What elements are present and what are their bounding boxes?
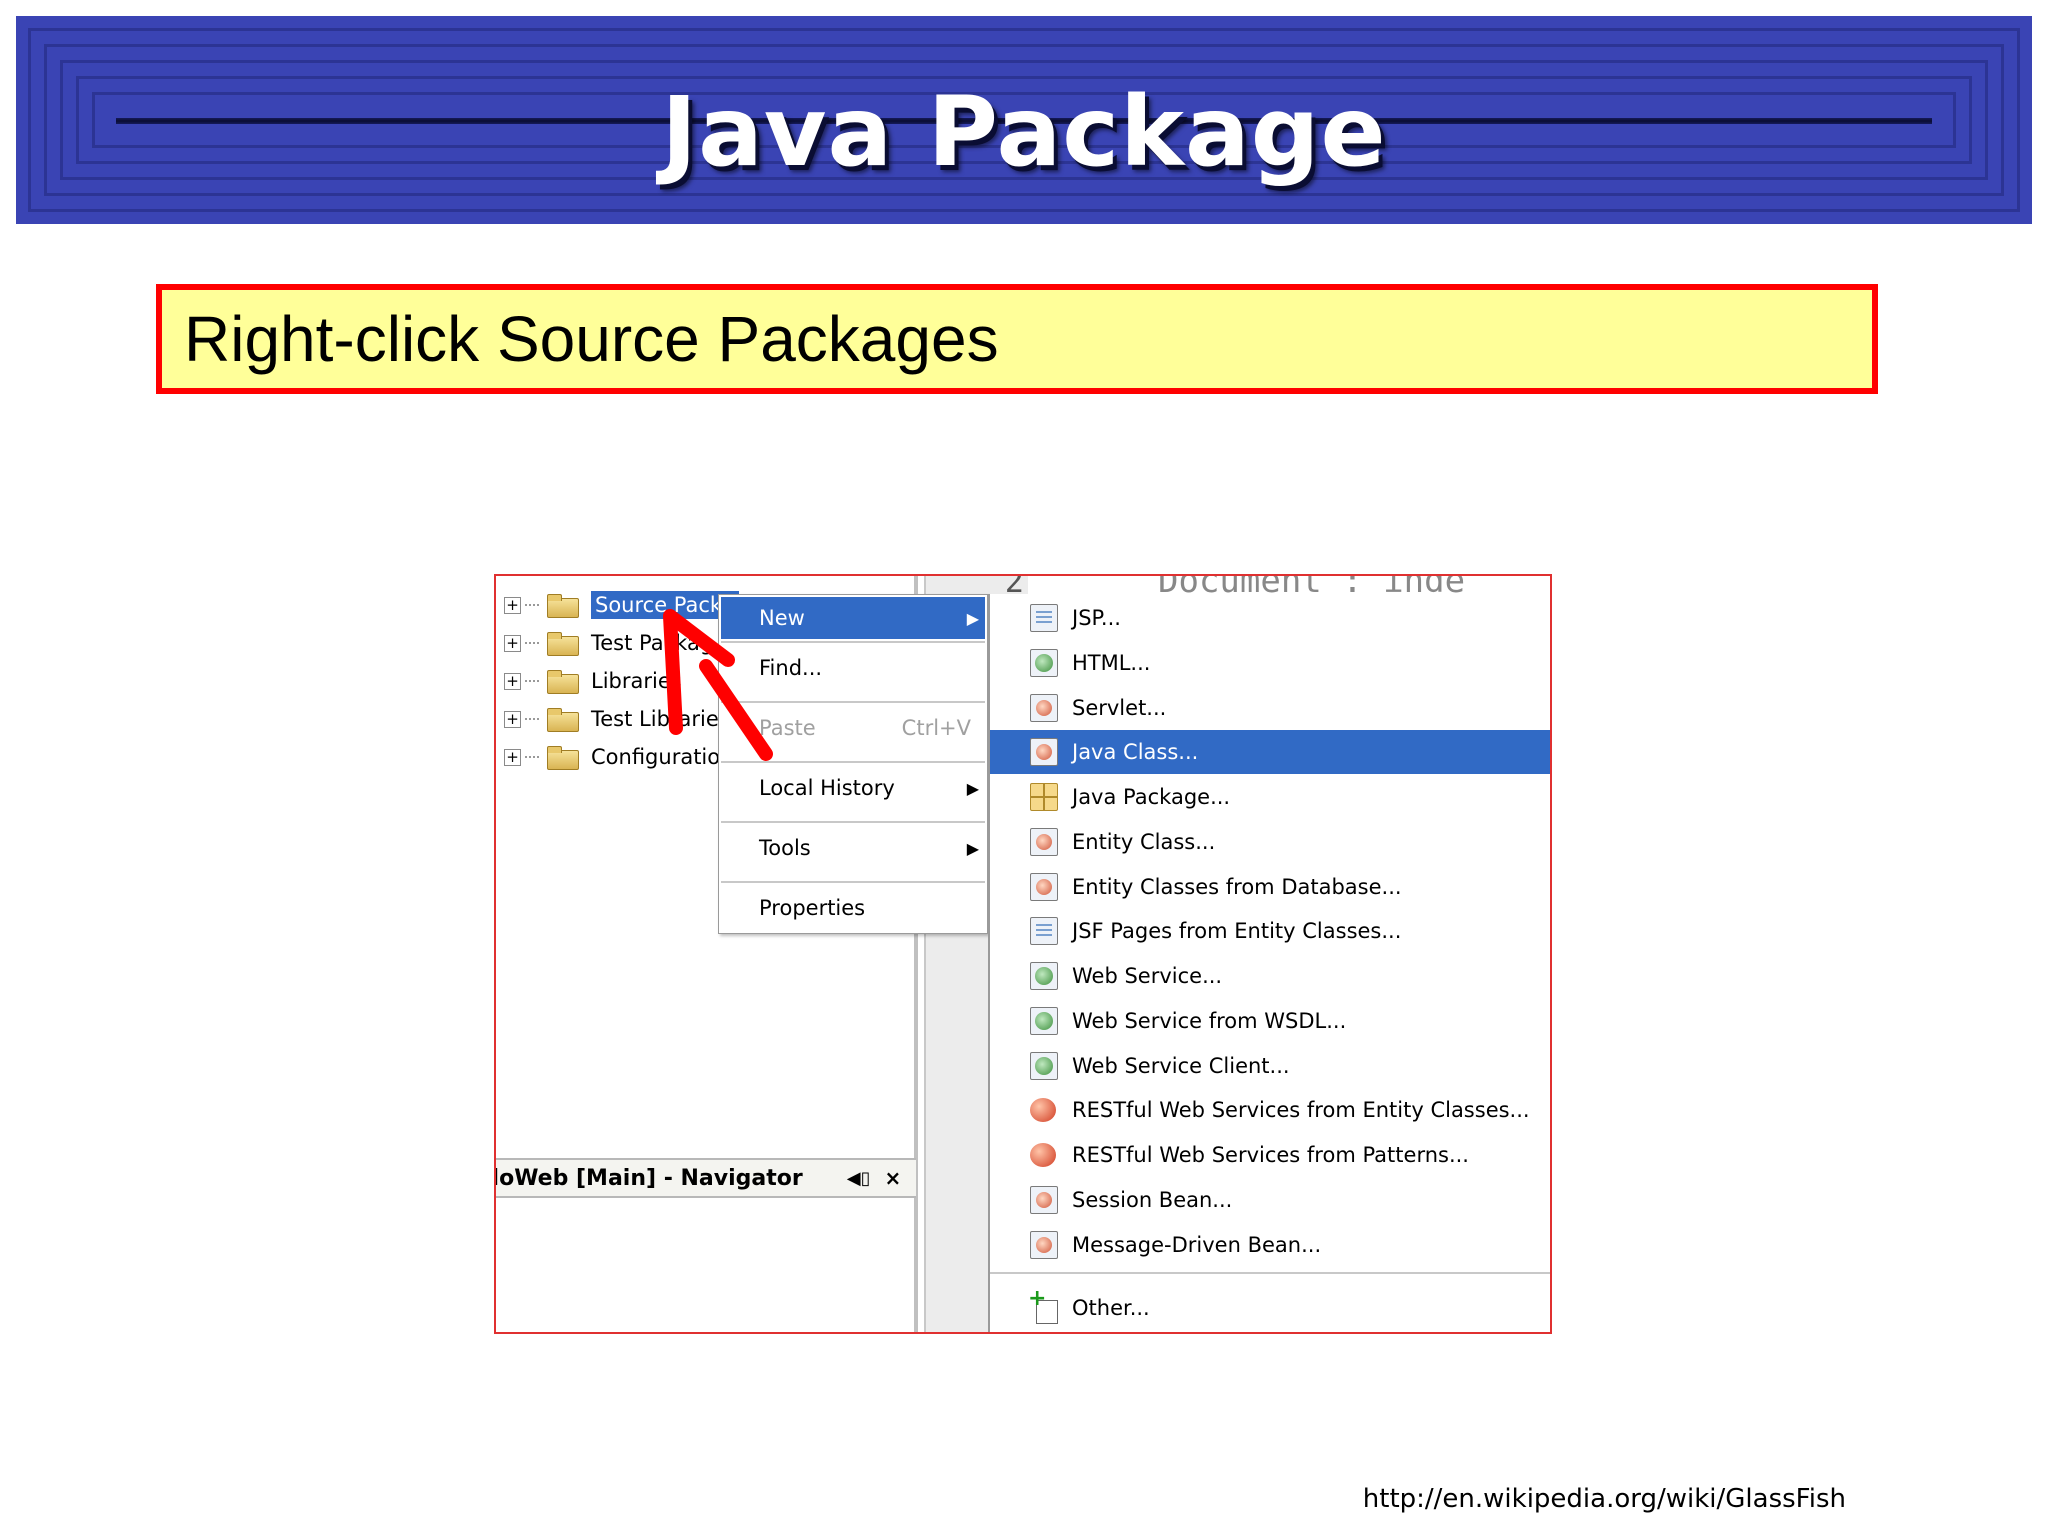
- web-service-client-icon: [1030, 1052, 1058, 1080]
- menu-separator: [721, 821, 985, 823]
- submenu-item-servlet[interactable]: Servlet...: [990, 686, 1550, 730]
- message-driven-bean-icon: [1030, 1231, 1058, 1259]
- new-file-icon: [1028, 1286, 1058, 1324]
- submenu-item-jsp[interactable]: JSP...: [990, 596, 1550, 640]
- submenu-item-label: Web Service from WSDL...: [1072, 1009, 1347, 1033]
- submenu-item-java-class[interactable]: Java Class...: [990, 730, 1550, 774]
- submenu-item-entity-classes-db[interactable]: Entity Classes from Database...: [990, 865, 1550, 909]
- slide-title: Java Package: [661, 76, 1387, 188]
- html-file-icon: [1030, 649, 1058, 677]
- menu-item-label: Properties: [759, 896, 866, 920]
- instruction-box: Right-click Source Packages: [156, 284, 1878, 394]
- submenu-item-label: Entity Classes from Database...: [1072, 875, 1402, 899]
- close-icon[interactable]: ×: [884, 1166, 901, 1190]
- web-service-wsdl-icon: [1030, 1007, 1058, 1035]
- menu-item-local-history[interactable]: Local History ▶: [721, 767, 985, 809]
- web-service-icon: [1030, 962, 1058, 990]
- submenu-item-label: RESTful Web Services from Patterns...: [1072, 1143, 1469, 1167]
- servlet-icon: [1030, 694, 1058, 722]
- java-package-icon: [1030, 783, 1058, 811]
- instruction-text: Right-click Source Packages: [184, 303, 999, 375]
- submenu-item-web-service-client[interactable]: Web Service Client...: [990, 1044, 1550, 1088]
- editor-fragment: Document : inde: [1028, 576, 1550, 596]
- folder-icon: [545, 706, 579, 732]
- source-url[interactable]: http://en.wikipedia.org/wiki/GlassFish: [1363, 1484, 1846, 1514]
- jsp-file-icon: [1030, 604, 1058, 632]
- submenu-item-message-driven-bean[interactable]: Message-Driven Bean...: [990, 1223, 1550, 1267]
- submenu-arrow-icon: ▶: [966, 608, 979, 628]
- submenu-item-label: Session Bean...: [1072, 1188, 1233, 1212]
- submenu-item-label: Servlet...: [1072, 696, 1167, 720]
- new-submenu: JSP... HTML... Servlet... Java Class... …: [988, 594, 1550, 1332]
- submenu-item-label: RESTful Web Services from Entity Classes…: [1072, 1098, 1530, 1122]
- red-arrow-annotation: [663, 609, 773, 761]
- submenu-item-label: Message-Driven Bean...: [1072, 1233, 1322, 1257]
- submenu-item-label: Java Package...: [1072, 785, 1231, 809]
- submenu-item-label: Java Class...: [1072, 740, 1199, 764]
- expand-icon[interactable]: +: [504, 672, 521, 690]
- menu-item-tools[interactable]: Tools ▶: [721, 827, 985, 869]
- folder-icon: [545, 744, 579, 770]
- title-banner: Java Package: [16, 16, 2032, 224]
- tree-connector: [525, 756, 539, 758]
- minimize-icon[interactable]: ◀▯: [847, 1168, 871, 1189]
- folder-icon: [545, 592, 579, 618]
- expand-icon[interactable]: +: [504, 748, 521, 766]
- submenu-item-label: Web Service...: [1072, 964, 1223, 988]
- submenu-item-label: JSF Pages from Entity Classes...: [1072, 919, 1402, 943]
- menu-item-label: Local History: [759, 776, 895, 800]
- menu-item-label: Tools: [759, 836, 811, 860]
- submenu-item-label: Other...: [1072, 1296, 1150, 1320]
- submenu-item-jsf-pages[interactable]: JSF Pages from Entity Classes...: [990, 909, 1550, 953]
- submenu-item-label: HTML...: [1072, 651, 1151, 675]
- submenu-item-java-package[interactable]: Java Package...: [990, 775, 1550, 819]
- restful-service-icon: [1030, 1141, 1058, 1169]
- submenu-item-label: JSP...: [1072, 606, 1121, 630]
- navigator-title: lloWeb [Main] - Navigator: [494, 1165, 803, 1191]
- tree-connector: [525, 642, 539, 644]
- submenu-item-html[interactable]: HTML...: [990, 641, 1550, 685]
- submenu-item-label: Entity Class...: [1072, 830, 1216, 854]
- java-class-icon: [1030, 738, 1058, 766]
- submenu-item-restful-patterns[interactable]: RESTful Web Services from Patterns...: [990, 1133, 1550, 1177]
- entity-classes-icon: [1030, 873, 1058, 901]
- jsf-pages-icon: [1030, 917, 1058, 945]
- submenu-item-web-service[interactable]: Web Service...: [990, 954, 1550, 998]
- restful-service-icon: [1030, 1096, 1058, 1124]
- submenu-arrow-icon: ▶: [966, 838, 979, 858]
- submenu-item-label: Web Service Client...: [1072, 1054, 1290, 1078]
- submenu-arrow-icon: ▶: [966, 778, 979, 798]
- tree-connector: [525, 680, 539, 682]
- submenu-item-restful-entity[interactable]: RESTful Web Services from Entity Classes…: [990, 1088, 1550, 1132]
- ide-screenshot: Document : inde + Source Packa + Test Pa…: [494, 574, 1552, 1334]
- expand-icon[interactable]: +: [504, 634, 521, 652]
- menu-item-properties[interactable]: Properties: [721, 887, 985, 929]
- expand-icon[interactable]: +: [504, 596, 521, 614]
- submenu-item-entity-class[interactable]: Entity Class...: [990, 820, 1550, 864]
- folder-icon: [545, 630, 579, 656]
- submenu-item-other[interactable]: Other...: [990, 1286, 1550, 1330]
- submenu-item-web-service-wsdl[interactable]: Web Service from WSDL...: [990, 999, 1550, 1043]
- submenu-item-session-bean[interactable]: Session Bean...: [990, 1178, 1550, 1222]
- tree-connector: [525, 718, 539, 720]
- session-bean-icon: [1030, 1186, 1058, 1214]
- menu-shortcut: Ctrl+V: [901, 716, 971, 740]
- folder-icon: [545, 668, 579, 694]
- navigator-header[interactable]: lloWeb [Main] - Navigator ◀▯ ×: [496, 1158, 916, 1198]
- entity-class-icon: [1030, 828, 1058, 856]
- tree-connector: [525, 604, 539, 606]
- expand-icon[interactable]: +: [504, 710, 521, 728]
- submenu-separator: [990, 1272, 1550, 1274]
- menu-separator: [721, 881, 985, 883]
